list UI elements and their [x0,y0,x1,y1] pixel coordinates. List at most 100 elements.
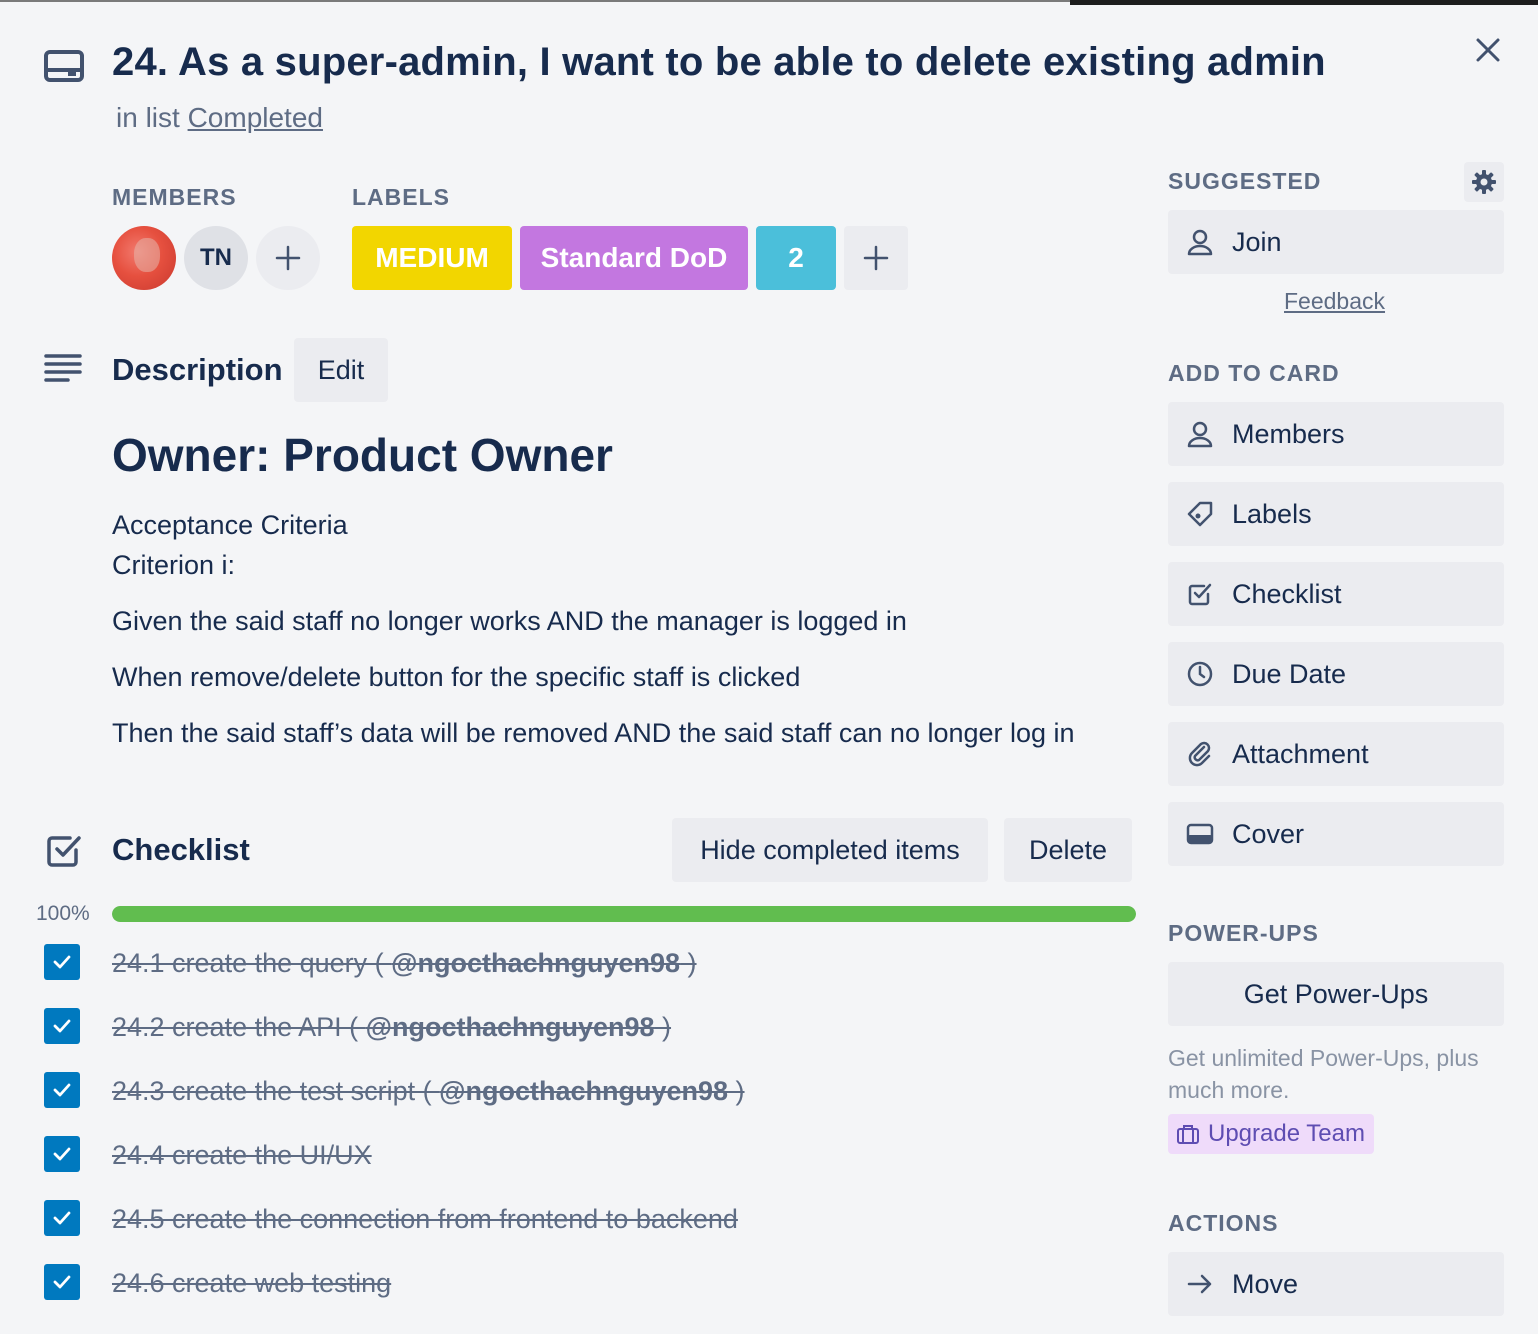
add-member-button[interactable] [256,226,320,290]
hide-completed-button[interactable]: Hide completed items [672,818,988,882]
get-power-ups-button[interactable]: Get Power-Ups [1168,962,1504,1026]
checkmark-icon [53,1083,71,1097]
checklist-item-text[interactable]: 24.1 create the query ( @ngocthachnguyen… [112,948,697,979]
description-line: Acceptance Criteria [112,510,348,540]
checklist-item-checkbox[interactable] [44,1264,80,1300]
due-date-label: Due Date [1232,658,1347,689]
checklist-button[interactable]: Checklist [1168,562,1504,626]
actions-heading: ACTIONS [1168,1210,1279,1236]
checklist-item-suffix: ) [680,948,697,978]
close-icon[interactable] [1468,30,1508,70]
checklist-item-text[interactable]: 24.2 create the API ( @ngocthachnguyen98… [112,1012,671,1043]
checklist-item-label: 24.4 create the UI/UX [112,1140,372,1170]
checklist-heading: Checklist [112,832,250,867]
description-line: Criterion i: [112,550,236,580]
plus-icon [275,245,301,271]
in-list-text: in list Completed [116,102,323,134]
delete-checklist-button[interactable]: Delete [1004,818,1132,882]
avatar[interactable] [112,226,176,290]
checklist-icon [46,832,82,868]
checklist-item-checkbox[interactable] [44,944,80,980]
upgrade-team-button[interactable]: Upgrade Team [1168,1114,1374,1154]
checklist-item-mention[interactable]: @ngocthachnguyen98 [439,1076,728,1106]
briefcase-icon [1168,1123,1208,1145]
labels-heading: LABELS [352,184,450,210]
checklist-item-text[interactable]: 24.4 create the UI/UX [112,1140,372,1171]
progress-percent: 100% [36,902,90,925]
checklist-item-text[interactable]: 24.5 create the connection from frontend… [112,1204,738,1235]
checklist-item-label: 24.2 create the API ( [112,1012,366,1042]
description-line: When remove/delete button for the specif… [112,662,801,692]
checklist-item-suffix: ) [654,1012,672,1042]
description-heading: Description [112,352,283,387]
arrow-right-icon [1168,1272,1232,1296]
members-heading: MEMBERS [112,184,237,210]
checkmark-icon [53,1275,71,1289]
tag-icon [1168,500,1232,528]
cover-button[interactable]: Cover [1168,802,1504,866]
checklist-item-text[interactable]: 24.3 create the test script ( @ngocthach… [112,1076,745,1107]
join-label: Join [1232,226,1282,257]
move-label: Move [1232,1268,1299,1299]
checklist-item-checkbox[interactable] [44,1200,80,1236]
checklist-label: Checklist [1232,578,1342,609]
plus-icon [863,245,889,271]
attachment-button[interactable]: Attachment [1168,722,1504,786]
checklist-item-label: 24.1 create the query ( [112,948,392,978]
in-list-prefix: in list [116,102,180,133]
checklist-icon [1168,581,1232,607]
move-button[interactable]: Move [1168,1252,1504,1316]
edit-description-button[interactable]: Edit [294,338,388,402]
card-icon [44,50,84,82]
add-label-button[interactable] [844,226,908,290]
checkmark-icon [53,1147,71,1161]
labels-button[interactable]: Labels [1168,482,1504,546]
checklist-item-label: 24.3 create the test script ( [112,1076,440,1106]
members-button[interactable]: Members [1168,402,1504,466]
checkmark-icon [53,1211,71,1225]
description-icon [44,352,82,384]
checklist-item-checkbox[interactable] [44,1008,80,1044]
join-button[interactable]: Join [1168,210,1504,274]
checklist-item-text[interactable]: 24.6 create web testing [112,1268,391,1299]
card-title[interactable]: 24. As a super-admin, I want to be able … [112,40,1326,85]
labels-label: Labels [1232,498,1312,529]
checklist-item-checkbox[interactable] [44,1072,80,1108]
checklist-item-checkbox[interactable] [44,1136,80,1172]
checklist-item-mention[interactable]: @ngocthachnguyen98 [391,948,680,978]
paperclip-icon [1168,740,1232,768]
checklist-item-mention[interactable]: @ngocthachnguyen98 [366,1012,655,1042]
label-2[interactable]: 2 [756,226,836,290]
checkmark-icon [53,955,71,969]
person-icon [1168,420,1232,448]
gear-icon[interactable] [1464,162,1504,202]
cover-icon [1168,822,1232,846]
suggested-heading: SUGGESTED [1168,168,1322,194]
progress-bar [112,906,1136,922]
checklist-item-label: 24.5 create the connection from frontend… [112,1204,738,1234]
owner-heading: Owner: Product Owner [112,429,613,481]
add-to-card-heading: ADD TO CARD [1168,360,1340,386]
checkmark-icon [53,1019,71,1033]
clock-icon [1168,660,1232,688]
feedback-link[interactable]: Feedback [1284,288,1385,315]
label-standard-dod[interactable]: Standard DoD [520,226,748,290]
members-label: Members [1232,418,1345,449]
due-date-button[interactable]: Due Date [1168,642,1504,706]
power-ups-heading: POWER-UPS [1168,920,1319,946]
attachment-label: Attachment [1232,738,1369,769]
label-medium[interactable]: MEDIUM [352,226,512,290]
description-line: Then the said staff’s data will be remov… [112,718,1075,748]
checklist-item-label: 24.6 create web testing [112,1268,392,1298]
progress-fill [112,906,1136,922]
list-link[interactable]: Completed [188,102,323,133]
avatar-initials[interactable]: TN [184,226,248,290]
top-dark-strip [1070,0,1538,5]
checklist-item-suffix: ) [728,1076,745,1106]
upgrade-team-label: Upgrade Team [1208,1120,1365,1147]
description-line: Given the said staff no longer works AND… [112,606,907,636]
person-icon [1168,228,1232,256]
power-ups-promo: Get unlimited Power-Ups, plus much more. [1168,1045,1479,1103]
top-divider [0,0,1070,2]
cover-label: Cover [1232,818,1305,849]
